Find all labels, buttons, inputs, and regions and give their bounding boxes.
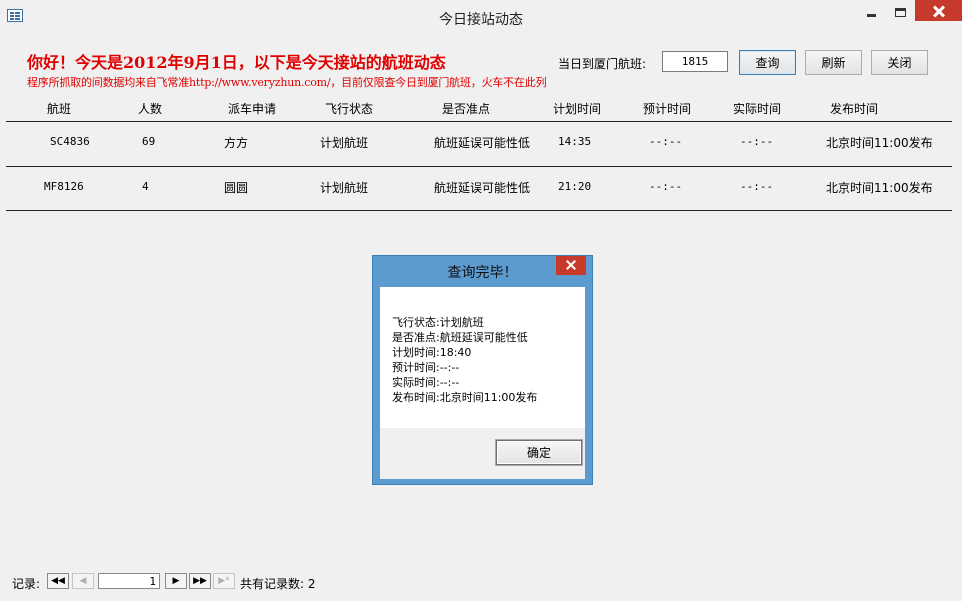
refresh-button[interactable]: 刷新 [805, 50, 862, 75]
row-divider [6, 166, 952, 167]
query-button[interactable]: 查询 [739, 50, 796, 75]
cell-estimated-time: --:-- [649, 135, 683, 148]
window-title: 今日接站动态 [439, 12, 523, 28]
column-header-flight-status: 飞行状态 [325, 102, 374, 116]
query-complete-dialog: 查询完毕！ 飞行状态:计划航班 是否准点:航班延误可能性低 计划时间:18:40… [372, 255, 593, 485]
cell-estimated-time: --:-- [649, 180, 683, 193]
cell-flight: MF8126 [44, 180, 84, 193]
cell-on-time: 航班延误可能性低 [434, 136, 531, 150]
new-record-button[interactable]: ▶* [213, 573, 235, 589]
cell-people: 69 [142, 135, 156, 148]
dialog-line-on-time: 是否准点:航班延误可能性低 [392, 331, 528, 344]
cell-publish-time: 北京时间11:00发布 [826, 181, 933, 195]
cell-actual-time: --:-- [740, 135, 774, 148]
cell-flight-status: 计划航班 [320, 136, 369, 150]
flight-query-label: 当日到厦门航班: [558, 57, 647, 71]
maximize-icon[interactable] [887, 0, 917, 26]
first-record-button[interactable]: ◀◀ [47, 573, 69, 589]
flight-number-input[interactable] [662, 51, 728, 72]
close-button[interactable]: 关闭 [871, 50, 928, 75]
dialog-body: 飞行状态:计划航班 是否准点:航班延误可能性低 计划时间:18:40 预计时间:… [380, 287, 585, 479]
cell-planned-time: 21:20 [558, 180, 592, 193]
column-header-people: 人数 [138, 102, 163, 116]
greeting-text: 你好！今天是2012年9月1日，以下是今天接站的航班动态 [27, 53, 446, 72]
ok-button[interactable]: 确定 [496, 440, 582, 465]
cell-car-request: 圆圆 [224, 181, 249, 195]
previous-record-button[interactable]: ◀ [72, 573, 94, 589]
column-header-car-request: 派车申请 [228, 102, 277, 116]
title-bar: 今日接站动态 [0, 0, 962, 34]
record-count: 共有记录数: 2 [240, 577, 316, 591]
dialog-line-status: 飞行状态:计划航班 [392, 316, 484, 329]
dialog-line-planned: 计划时间:18:40 [392, 346, 472, 359]
cell-people: 4 [142, 180, 149, 193]
cell-flight-status: 计划航班 [320, 181, 369, 195]
bottom-edge [0, 601, 962, 605]
cell-publish-time: 北京时间11:00发布 [826, 136, 933, 150]
cell-actual-time: --:-- [740, 180, 774, 193]
cell-on-time: 航班延误可能性低 [434, 181, 531, 195]
cell-car-request: 方方 [224, 136, 249, 150]
column-header-flight: 航班 [47, 102, 72, 116]
dialog-line-estimated: 预计时间:--:-- [392, 361, 460, 374]
column-header-on-time: 是否准点 [442, 102, 491, 116]
window-close-icon[interactable] [915, 0, 962, 21]
row-divider [6, 121, 952, 122]
column-header-estimated-time: 预计时间 [643, 102, 692, 116]
record-label: 记录: [12, 577, 41, 591]
current-record-input[interactable] [98, 573, 160, 589]
last-record-button[interactable]: ▶▶ [189, 573, 211, 589]
row-divider [6, 210, 952, 211]
cell-flight: SC4836 [50, 135, 90, 148]
dialog-message: 飞行状态:计划航班 是否准点:航班延误可能性低 计划时间:18:40 预计时间:… [380, 287, 585, 428]
cell-planned-time: 14:35 [558, 135, 592, 148]
column-header-publish-time: 发布时间 [830, 102, 879, 116]
minimize-icon[interactable] [858, 0, 888, 26]
dialog-line-publish: 发布时间:北京时间11:00发布 [392, 391, 538, 404]
column-header-planned-time: 计划时间 [553, 102, 602, 116]
next-record-button[interactable]: ▶ [165, 573, 187, 589]
column-header-actual-time: 实际时间 [733, 102, 782, 116]
dialog-close-icon[interactable] [556, 256, 586, 275]
dialog-line-actual: 实际时间:--:-- [392, 376, 460, 389]
data-source-note: 程序所抓取的间数据均来自飞常准http://www.veryzhun.com/，… [27, 76, 547, 89]
